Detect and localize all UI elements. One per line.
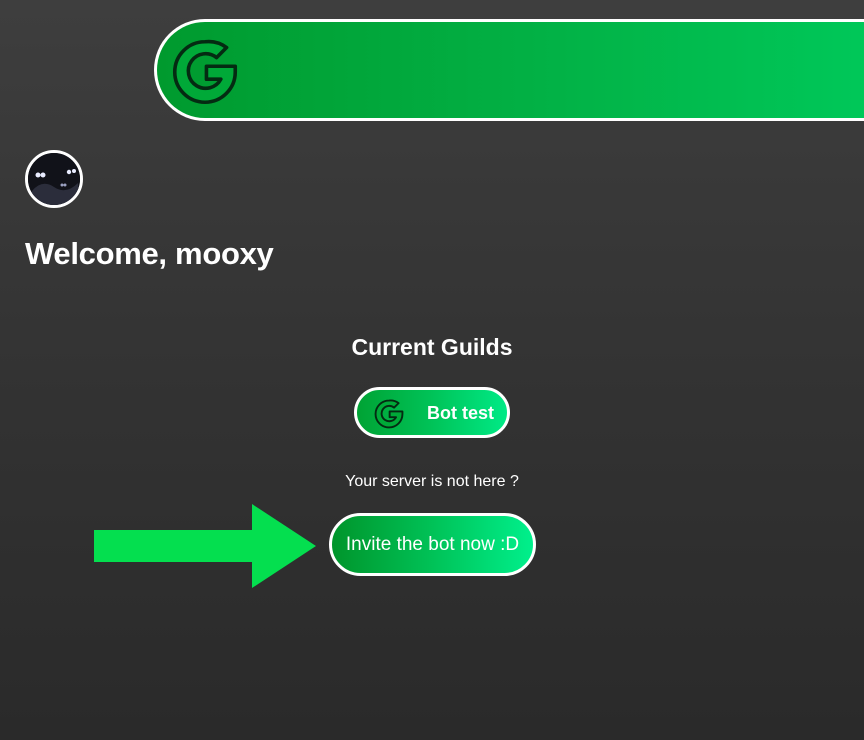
- g-logo-icon[interactable]: [169, 36, 241, 108]
- current-guilds-title: Current Guilds: [351, 334, 513, 360]
- guild-item-bot-test[interactable]: Bot test: [354, 387, 510, 438]
- header-banner: [154, 19, 864, 121]
- invite-bot-button[interactable]: Invite the bot now :D: [329, 513, 536, 576]
- server-missing-prompt: Your server is not here ?: [345, 473, 519, 490]
- arrow-right-icon: [94, 504, 316, 588]
- guild-name: Bot test: [427, 403, 494, 423]
- g-logo-icon: [374, 399, 404, 429]
- welcome-heading: Welcome, mooxy: [25, 236, 274, 271]
- user-avatar[interactable]: [25, 150, 83, 208]
